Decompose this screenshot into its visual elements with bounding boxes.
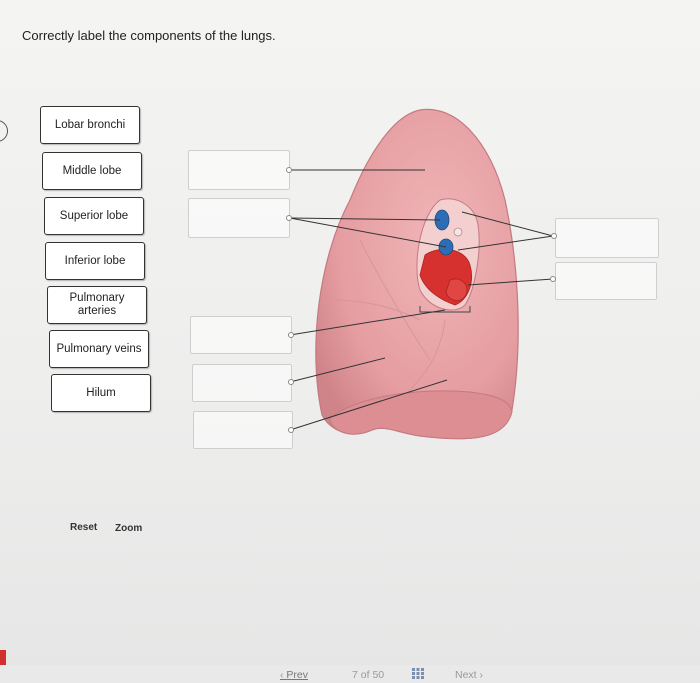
drop-target-5[interactable] [190, 316, 292, 354]
drop-target-7[interactable] [193, 411, 293, 449]
hilum-bracket [419, 306, 471, 313]
next-button[interactable]: Next › [455, 669, 483, 681]
pin-7 [288, 427, 294, 433]
drop-target-2[interactable] [188, 198, 290, 238]
pin-4 [550, 276, 556, 282]
leader-lines [289, 169, 554, 431]
footer-nav: ‹ Prev 7 of 50 Next › [0, 665, 700, 683]
label-hilum[interactable]: Hilum [51, 374, 151, 412]
pin-6 [288, 379, 294, 385]
drop-target-3[interactable] [555, 218, 659, 258]
page-total: 50 [372, 669, 385, 681]
pin-3 [551, 233, 557, 239]
bronchus-shape [453, 227, 463, 237]
lung-shape [315, 108, 519, 440]
lung-base [329, 390, 513, 440]
chevron-left-icon: ‹ [280, 669, 284, 681]
next-label: Next [455, 669, 477, 681]
drop-target-6[interactable] [192, 364, 292, 402]
page-current: 7 [352, 669, 358, 681]
chevron-right-icon: › [479, 669, 484, 681]
pin-5 [288, 332, 294, 338]
hilum-region [416, 198, 480, 311]
zoom-button[interactable]: Zoom [115, 523, 142, 534]
horizontal-fissure [329, 299, 421, 321]
label-middle-lobe[interactable]: Middle lobe [42, 152, 142, 190]
label-pulmonary-veins[interactable]: Pulmonary veins [49, 330, 149, 368]
pin-2 [286, 215, 292, 221]
prev-label: Prev [286, 669, 309, 681]
reset-button[interactable]: Reset [70, 522, 97, 533]
label-superior-lobe[interactable]: Superior lobe [44, 197, 144, 235]
pulmonary-artery-upper [434, 209, 450, 231]
prev-button[interactable]: ‹ Prev [280, 669, 308, 681]
label-inferior-lobe[interactable]: Inferior lobe [45, 242, 145, 280]
lung-vessel-trace [399, 319, 446, 401]
label-pulmonary-arteries[interactable]: Pulmonary arteries [47, 286, 147, 324]
page-counter: 7 of 50 [352, 669, 384, 681]
page-of: of [360, 669, 370, 681]
drop-target-4[interactable] [555, 262, 657, 300]
nav-circle-icon[interactable] [0, 120, 8, 142]
question-text: Correctly label the components of the lu… [22, 28, 276, 43]
pulmonary-vein-shape [419, 248, 472, 306]
grid-icon[interactable] [412, 668, 424, 679]
pin-1 [286, 167, 292, 173]
pulmonary-vein-lower [445, 278, 468, 301]
pulmonary-artery-lower [438, 238, 454, 256]
oblique-fissure [359, 239, 431, 361]
label-lobar-bronchi[interactable]: Lobar bronchi [40, 106, 140, 144]
drop-target-1[interactable] [188, 150, 290, 190]
